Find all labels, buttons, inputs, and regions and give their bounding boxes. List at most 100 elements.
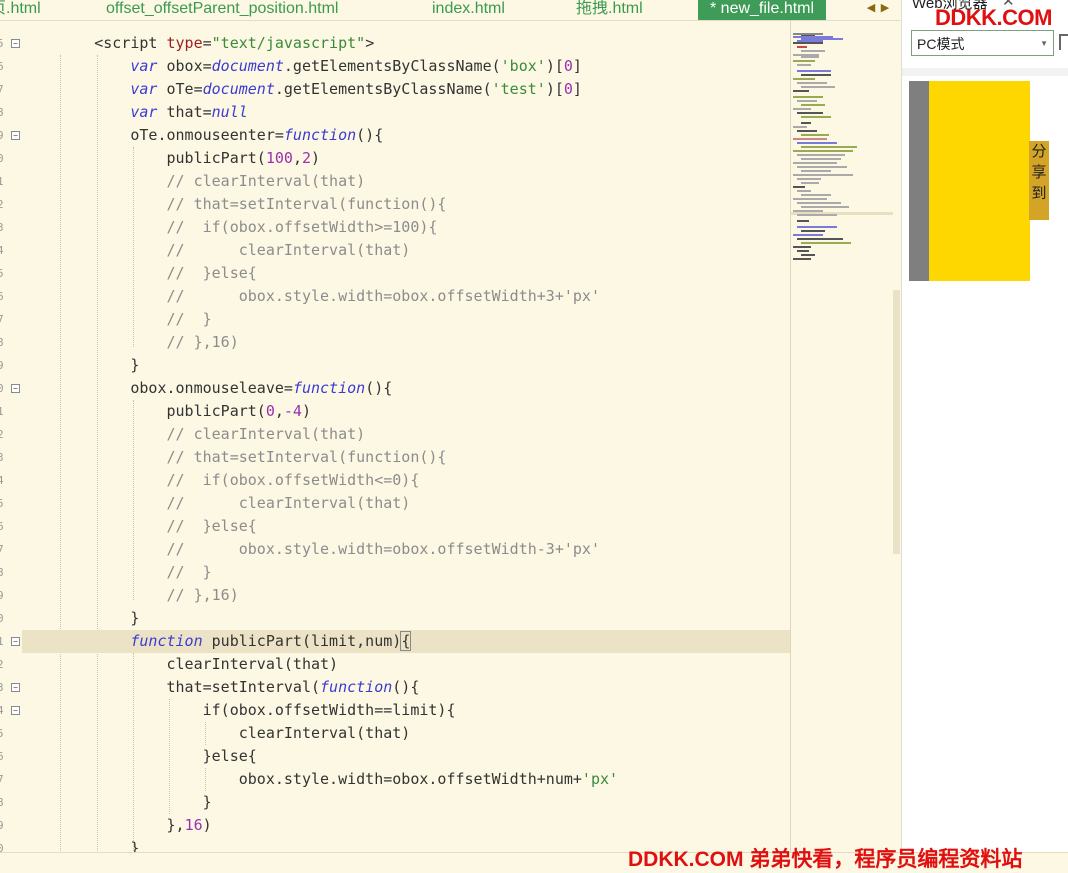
minimap-line: [801, 74, 831, 76]
minimap-line: [801, 242, 851, 244]
code-line: // obox.style.width=obox.offsetWidth-3+'…: [166, 540, 600, 558]
mode-select[interactable]: PC模式 ▼: [911, 30, 1054, 56]
minimap-line: [793, 90, 809, 92]
share-tab[interactable]: 分 享 到: [1029, 141, 1049, 220]
minimap-line: [797, 202, 841, 204]
code-line: // },16): [166, 333, 239, 351]
code-line: <script type="text/javascript">: [94, 34, 375, 52]
code-line: },16): [22, 816, 212, 834]
line-number: 9: [0, 589, 4, 602]
line-number: 5: [0, 37, 4, 50]
line-number: 6: [0, 520, 4, 533]
code-line: // obox.style.width=obox.offsetWidth+3+'…: [166, 287, 600, 305]
line-number: 5: [0, 497, 4, 510]
minimap-line: [797, 238, 843, 240]
minimap-line: [793, 60, 815, 62]
line-number: 8: [0, 796, 4, 809]
line-number-gutter: 5−6 7 8 9−0 1 2 3 4 5 6 7 8 9 0−1 2 3 4 5 6 7 8 9 0 1−2 3−4−5 6 7 8…: [0, 32, 22, 855]
line-number: 9: [0, 819, 4, 832]
fold-toggle-icon[interactable]: −: [11, 131, 20, 140]
minimap-line: [797, 64, 811, 66]
line-number: 7: [0, 773, 4, 786]
line-number: 4: [0, 474, 4, 487]
minimap-line: [793, 198, 827, 200]
line-number: 9: [0, 129, 4, 142]
code-line: if(obox.offsetWidth==limit){: [22, 701, 456, 719]
code-line: }: [22, 609, 140, 627]
code-line: }: [22, 793, 212, 811]
minimap-line: [793, 246, 811, 248]
code-line: // that=setInterval(function(){: [166, 448, 447, 466]
code-line: // clearInterval(that): [166, 241, 411, 259]
code-line: // clearInterval(that): [166, 425, 366, 443]
code-line: // that=setInterval(function(){: [166, 195, 447, 213]
code-line: // clearInterval(that): [166, 494, 411, 512]
tab-drag-html[interactable]: 拖拽.html: [576, 0, 643, 20]
minimap-line: [793, 162, 837, 164]
tab-scroll-left-icon[interactable]: ◀: [864, 0, 878, 16]
code-line: var oTe=document.getElementsByClassName(…: [130, 80, 582, 98]
text-cursor: [410, 632, 412, 651]
minimap-line: [793, 96, 823, 98]
line-number: 2: [0, 198, 4, 211]
minimap-line: [797, 178, 821, 180]
refresh-icon[interactable]: [1059, 34, 1068, 50]
code-line: // }: [166, 310, 212, 328]
fold-toggle-icon[interactable]: −: [11, 637, 20, 646]
line-number: 6: [0, 60, 4, 73]
minimap-line: [797, 46, 807, 48]
code-line: that=setInterval(function(){: [22, 678, 420, 696]
line-number: 6: [0, 290, 4, 303]
fold-toggle-icon[interactable]: −: [11, 706, 20, 715]
tab-page-html[interactable]: 页.html: [0, 0, 41, 20]
minimap-line: [797, 82, 827, 84]
code-line: var obox=document.getElementsByClassName…: [130, 57, 582, 75]
code-line: // }else{: [166, 517, 257, 535]
tab-scroll-right-icon[interactable]: ▶: [878, 0, 892, 16]
minimap-line: [801, 56, 819, 58]
mode-select-value: PC模式: [917, 36, 965, 52]
code-editor[interactable]: <script type="text/javascript"> var obox…: [22, 32, 790, 857]
chevron-down-icon: ▼: [1040, 39, 1048, 48]
minimap-line: [793, 150, 853, 152]
minimap-line: [797, 214, 837, 216]
code-line: // }else{: [166, 264, 257, 282]
tab-new-file-html[interactable]: * new_file.html: [698, 0, 827, 20]
code-line: publicPart(0,-4): [22, 402, 311, 420]
line-number: 1: [0, 175, 4, 188]
code-line: // if(obox.offsetWidth>=100){: [166, 218, 438, 236]
minimap-line: [793, 78, 815, 80]
minimap-line: [793, 210, 823, 212]
fold-toggle-icon[interactable]: −: [11, 384, 20, 393]
line-number: 0: [0, 382, 4, 395]
fold-toggle-icon[interactable]: −: [11, 683, 20, 692]
line-number: 1: [0, 635, 4, 648]
line-number: 3: [0, 451, 4, 464]
vertical-scrollbar-thumb[interactable]: [893, 290, 900, 554]
watermark-top: DDKK.COM: [935, 5, 1053, 30]
line-number: 4: [0, 244, 4, 257]
minimap-line: [801, 134, 829, 136]
tab-index-html[interactable]: index.html: [432, 0, 505, 20]
line-number: 8: [0, 566, 4, 579]
minimap-line: [797, 220, 809, 222]
tab-scroll-controls: ◀ ▶: [864, 0, 900, 20]
fold-toggle-icon[interactable]: −: [11, 39, 20, 48]
minimap-line: [793, 174, 853, 176]
minimap-line: [801, 86, 835, 88]
code-line: oTe.onmouseenter=function(){: [22, 126, 384, 144]
code-minimap[interactable]: [790, 20, 901, 852]
line-number: 3: [0, 221, 4, 234]
line-number: 5: [0, 267, 4, 280]
minimap-line: [793, 138, 827, 140]
line-number: 5: [0, 727, 4, 740]
minimap-line: [793, 234, 823, 236]
minimap-line: [801, 146, 857, 148]
minimap-line: [801, 170, 831, 172]
editor-tab-bar: 页.html offset_offsetParent_position.html…: [0, 0, 900, 21]
minimap-line: [801, 116, 831, 118]
code-line: // if(obox.offsetWidth<=0){: [166, 471, 420, 489]
tab-offset-offsetparent-position[interactable]: offset_offsetParent_position.html: [106, 0, 338, 20]
preview-box[interactable]: [929, 81, 1030, 281]
preview-gray-bar: [909, 81, 929, 281]
